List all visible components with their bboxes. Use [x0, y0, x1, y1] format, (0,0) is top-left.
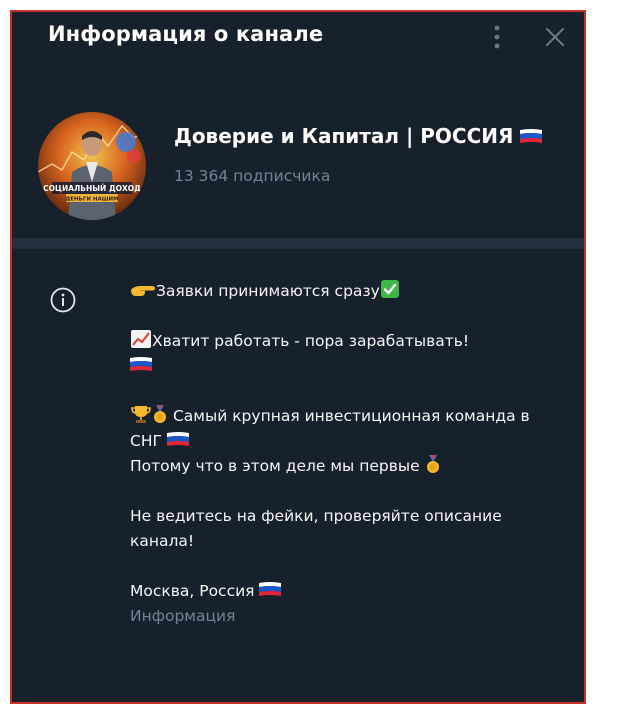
- close-button[interactable]: [540, 20, 570, 54]
- description-line: Хватит работать - пора зарабатывать!: [130, 329, 550, 379]
- russia-flag-icon: [166, 432, 189, 446]
- russia-flag-icon: [130, 357, 152, 371]
- info-label: Информация: [130, 607, 236, 625]
- info-section: Заявки принимаются сразу Хватит работать…: [12, 249, 584, 702]
- page-title: Информация о канале: [48, 22, 324, 46]
- chart-increasing-icon: [131, 330, 151, 348]
- more-button[interactable]: [482, 20, 512, 54]
- channel-name-text: Доверие и Капитал | РОССИЯ: [174, 124, 514, 148]
- description-line: Самый крупная инвестиционная команда в С…: [130, 404, 550, 479]
- subscriber-count: 13 364 подписчика: [174, 167, 331, 185]
- channel-info-panel: Информация о канале СОЦИАЛЬНЫЙ ДОХОД ДЕН…: [10, 10, 586, 704]
- avatar-text-bottom: ДЕНЬГИ НАШИМ: [65, 197, 118, 203]
- description-line: Не ведитесь на фейки, проверяйте описани…: [130, 507, 507, 550]
- avatar-text-top: СОЦИАЛЬНЫЙ ДОХОД: [43, 184, 141, 193]
- close-icon: [546, 28, 564, 46]
- channel-name: Доверие и Капитал | РОССИЯ: [174, 124, 543, 148]
- medal-icon: [154, 405, 166, 423]
- channel-description: Заявки принимаются сразу Хватит работать…: [130, 279, 550, 628]
- avatar[interactable]: СОЦИАЛЬНЫЙ ДОХОД ДЕНЬГИ НАШИМ: [38, 112, 146, 220]
- russia-flag-icon: [259, 582, 282, 596]
- description-line: Заявки принимаются сразу: [130, 279, 550, 304]
- pointing-hand-icon: [131, 286, 155, 296]
- channel-profile: СОЦИАЛЬНЫЙ ДОХОД ДЕНЬГИ НАШИМ Доверие и …: [12, 72, 584, 237]
- info-icon: [50, 287, 76, 313]
- more-vertical-icon: [494, 25, 500, 49]
- medal-icon: [426, 455, 439, 473]
- header: Информация о канале: [12, 12, 584, 72]
- avatar-image: СОЦИАЛЬНЫЙ ДОХОД ДЕНЬГИ НАШИМ: [38, 112, 146, 220]
- description-line: Москва, Россия: [130, 579, 550, 604]
- check-mark-icon: [380, 280, 399, 298]
- trophy-icon: [131, 406, 151, 423]
- russia-flag-icon: [520, 129, 543, 143]
- section-divider: [12, 238, 584, 249]
